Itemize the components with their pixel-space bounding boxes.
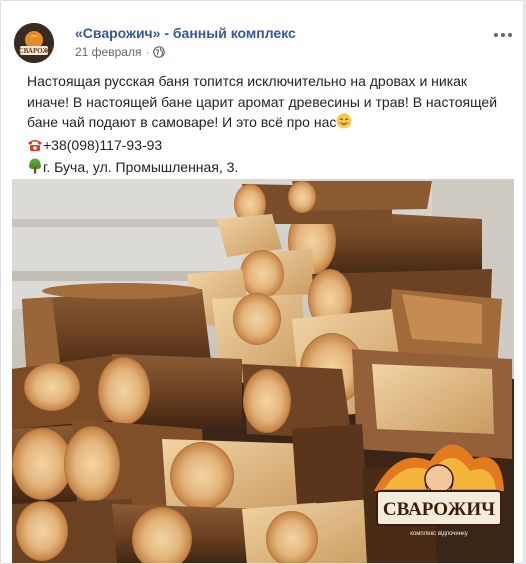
logo-text: СВАРОЖИЧ (383, 499, 495, 520)
page-name-link[interactable]: «Сварожич» - банный комплекс (75, 25, 296, 41)
logo-subtext: комплекс відпочинку (410, 531, 468, 537)
address-text: г. Буча, ул. Промышленная, 3. (43, 159, 239, 175)
svg-text:СВАРОЖ: СВАРОЖ (19, 47, 50, 55)
address-line: г. Буча, ул. Промышленная, 3. (27, 157, 507, 180)
post-meta: 21 февраля · (75, 45, 166, 59)
phone-line: +38(098)117-93-93 (27, 135, 507, 158)
telephone-emoji-icon (27, 137, 43, 158)
post-body-text: Настоящая русская баня топится исключите… (27, 73, 498, 130)
page-avatar[interactable]: СВАРОЖ (14, 23, 54, 63)
more-dots-icon[interactable] (491, 27, 515, 43)
meta-separator: · (145, 45, 150, 59)
post-card: СВАРОЖ «Сварожич» - банный комплекс 21 ф… (0, 0, 524, 564)
post-body: Настоящая русская баня топится исключите… (27, 71, 507, 135)
post-text: Настоящая русская баня топится исключите… (27, 71, 507, 180)
tree-emoji-icon (27, 158, 43, 180)
post-date[interactable]: 21 февраля (75, 45, 141, 59)
post-photo[interactable]: СВАРОЖИЧ комплекс відпочинку (12, 179, 514, 563)
smile-emoji-icon (336, 113, 352, 135)
phone-number[interactable]: +38(098)117-93-93 (43, 137, 162, 153)
globe-icon[interactable] (153, 46, 166, 58)
